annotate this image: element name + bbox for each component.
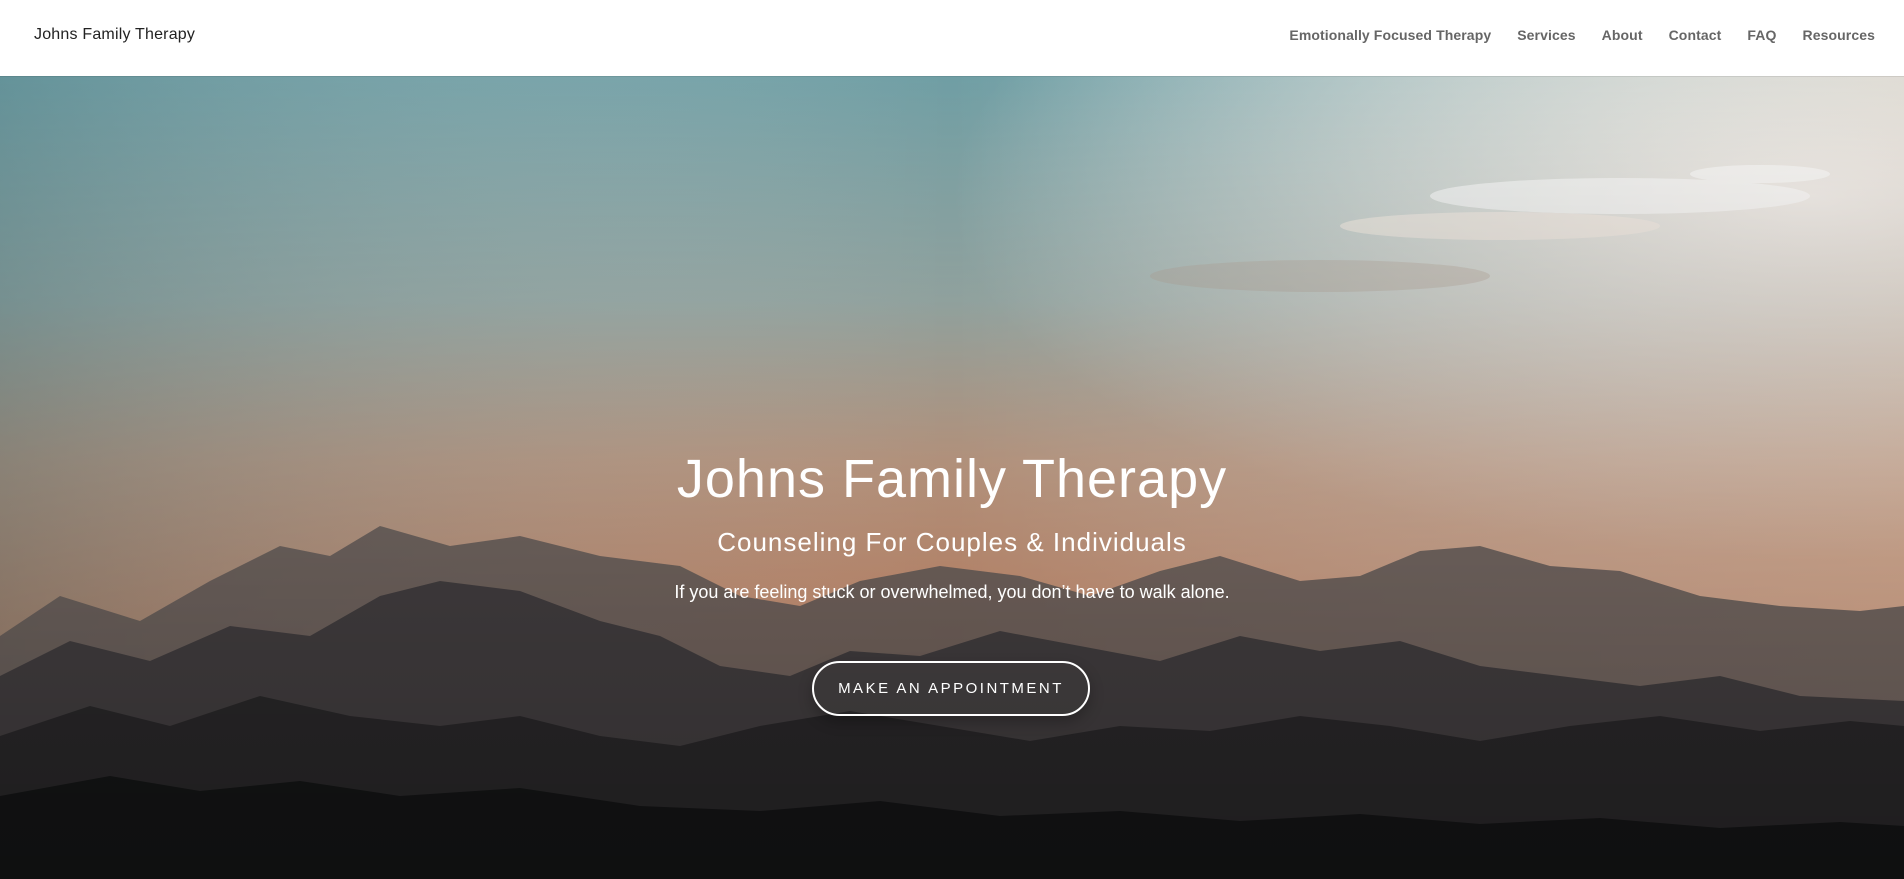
nav-item-eft[interactable]: Emotionally Focused Therapy <box>1289 27 1491 43</box>
hero-description: If you are feeling stuck or overwhelmed,… <box>674 582 1230 602</box>
site-logo-link[interactable]: Johns Family Therapy <box>34 26 195 44</box>
make-appointment-button[interactable]: MAKE AN APPOINTMENT <box>812 661 1090 716</box>
nav-item-about[interactable]: About <box>1602 27 1643 43</box>
nav-item-faq[interactable]: FAQ <box>1747 27 1776 43</box>
hero-section: Johns Family Therapy Counseling For Coup… <box>0 76 1904 879</box>
nav-item-contact[interactable]: Contact <box>1669 27 1722 43</box>
hero-title: Johns Family Therapy <box>676 449 1228 509</box>
nav-item-services[interactable]: Services <box>1517 27 1575 43</box>
hero-content: Johns Family Therapy Counseling For Coup… <box>0 76 1904 879</box>
main-nav: Emotionally Focused Therapy Services Abo… <box>1263 27 1875 43</box>
hero-subtitle: Counseling For Couples & Individuals <box>717 527 1187 557</box>
site-header: Johns Family Therapy Emotionally Focused… <box>0 0 1904 76</box>
nav-item-resources[interactable]: Resources <box>1803 27 1876 43</box>
